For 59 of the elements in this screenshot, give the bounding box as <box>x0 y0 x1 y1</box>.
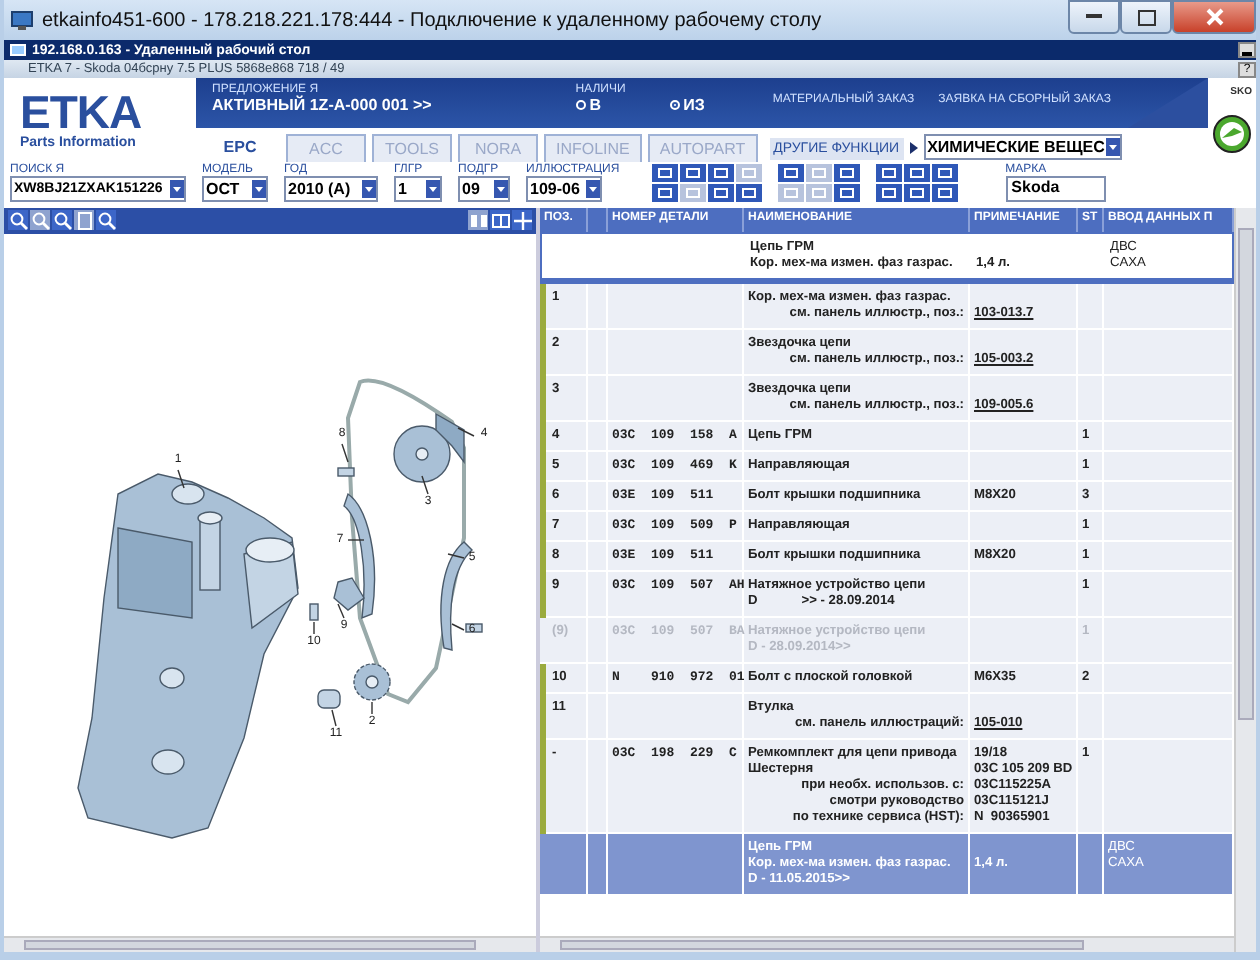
window-title: etkainfo451-600 - 178.218.221.178:444 - Подключение к удаленному рабочему столу <box>42 9 822 31</box>
toolbar-button[interactable] <box>735 184 762 202</box>
toolbar-button[interactable] <box>777 164 804 182</box>
close-button[interactable] <box>1172 0 1256 34</box>
book-icon <box>491 211 509 229</box>
toolbar-button[interactable] <box>875 164 902 182</box>
image-tool-button[interactable] <box>8 210 28 230</box>
image-tool-button[interactable] <box>490 210 510 230</box>
minimize-button[interactable] <box>1068 0 1120 34</box>
offer-link[interactable]: АКТИВНЫЙ 1Z-A-000 001 >> <box>212 96 432 114</box>
minimize-icon <box>1242 52 1252 56</box>
filter-dropdown[interactable]: 109-06 <box>526 176 602 202</box>
magnifier-icon <box>31 211 49 229</box>
filter-dropdown[interactable]: 1 <box>394 176 442 202</box>
close-icon <box>1205 8 1223 26</box>
image-tool-button[interactable] <box>96 210 116 230</box>
toolbar-button[interactable] <box>707 184 734 202</box>
monitor-icon <box>10 43 26 57</box>
toolbar-button[interactable] <box>875 184 902 202</box>
vertical-scrollbar[interactable] <box>1234 208 1256 952</box>
triangle-right-icon <box>909 142 918 154</box>
magnifier-icon <box>53 211 71 229</box>
minimize-icon <box>1086 14 1102 20</box>
horizontal-scrollbar[interactable] <box>4 936 536 952</box>
image-tool-button[interactable] <box>52 210 72 230</box>
logo-text: ETKA <box>20 90 144 136</box>
toolbar-button[interactable] <box>903 164 930 182</box>
toolbar-button[interactable] <box>679 164 706 182</box>
maximize-icon <box>1137 9 1155 25</box>
image-tool-button[interactable] <box>512 210 532 230</box>
toolbar-button[interactable] <box>833 164 860 182</box>
scrollbar-thumb[interactable] <box>24 940 477 950</box>
radio-button[interactable] <box>669 100 680 110</box>
monitor-icon <box>10 9 34 31</box>
filter-dropdown[interactable]: 09 <box>458 176 510 202</box>
toolbar-button[interactable] <box>903 184 930 202</box>
scrollbar-thumb[interactable] <box>560 940 1084 950</box>
radio-button[interactable] <box>575 100 586 110</box>
toolbar-button[interactable] <box>833 184 860 202</box>
page-icon <box>75 211 93 229</box>
toolbar-button[interactable] <box>931 184 958 202</box>
toolbar-button[interactable] <box>931 164 958 182</box>
toolbar-button[interactable] <box>651 184 678 202</box>
horizontal-scrollbar[interactable] <box>540 936 1234 952</box>
toolbar-button[interactable] <box>651 164 678 182</box>
magnifier-icon <box>9 211 27 229</box>
functions-dropdown[interactable]: ХИМИЧЕСКИЕ ВЕЩЕС <box>923 134 1123 160</box>
move-arrows-icon <box>513 211 531 229</box>
filter-dropdown[interactable]: 2010 (A) <box>284 176 378 202</box>
maximize-button[interactable] <box>1120 0 1172 34</box>
radio-label: В <box>589 96 602 114</box>
magnifier-icon <box>97 211 115 229</box>
toolbar-button[interactable] <box>707 164 734 182</box>
radio-label: ИЗ <box>683 96 705 114</box>
brand-field[interactable]: Skoda <box>1005 176 1106 202</box>
scrollbar-thumb[interactable] <box>1238 228 1254 721</box>
minimize-button[interactable] <box>1238 42 1256 58</box>
split-view-icon <box>469 211 487 229</box>
filter-dropdown[interactable]: ОСТ <box>202 176 268 202</box>
